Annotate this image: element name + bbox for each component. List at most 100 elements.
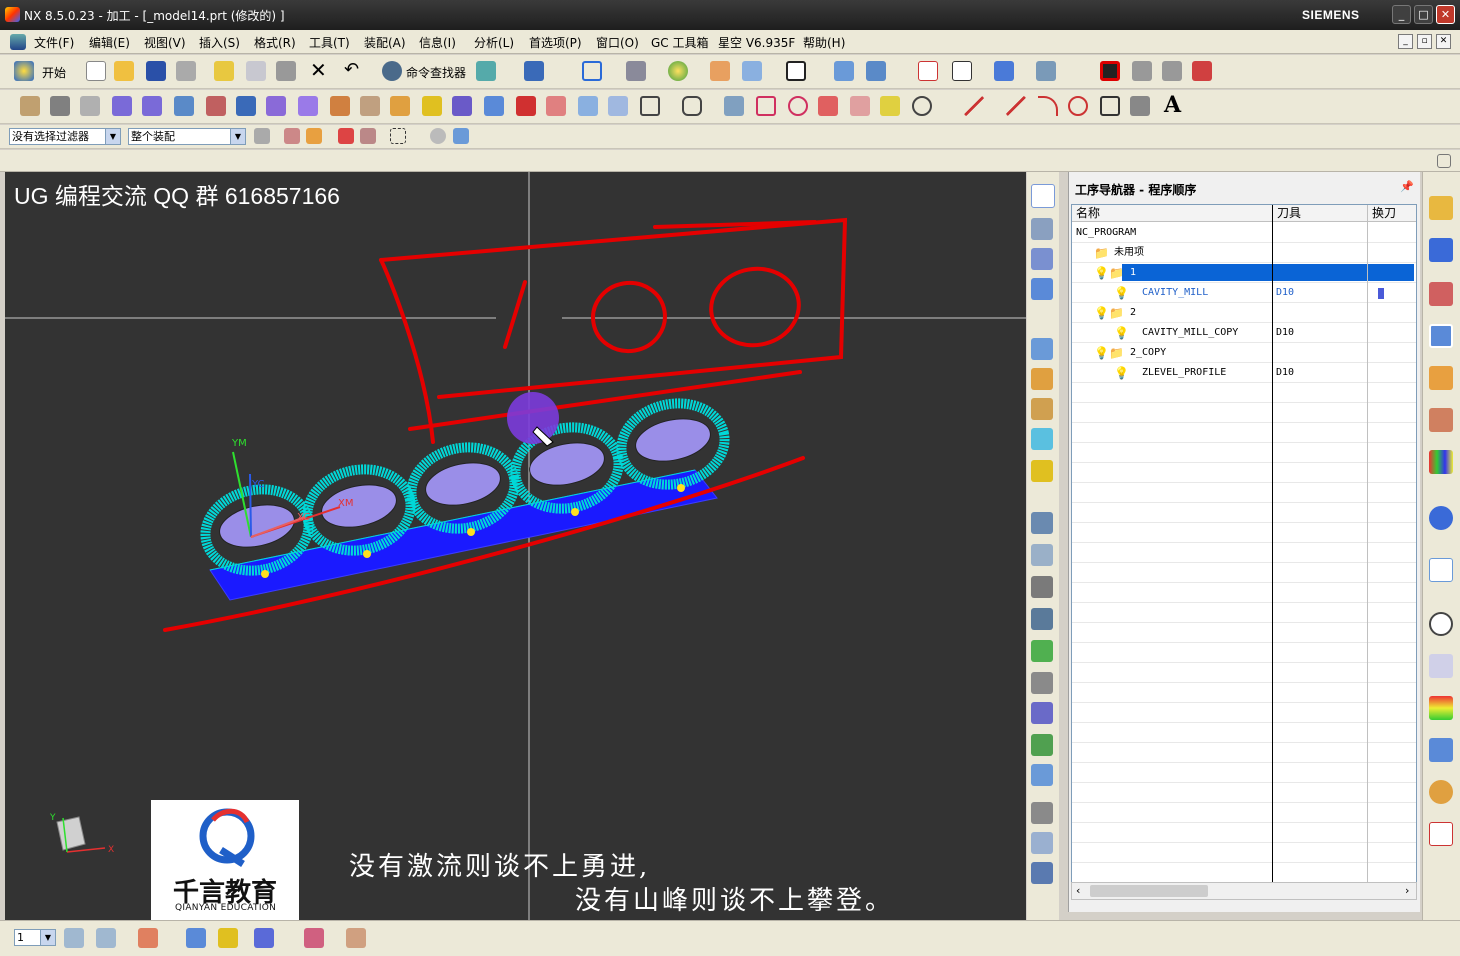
- edit-section-icon[interactable]: [218, 928, 238, 948]
- close-button[interactable]: ✕: [1436, 5, 1455, 24]
- process-studio-icon[interactable]: [1429, 558, 1453, 582]
- cube-icon[interactable]: [453, 128, 469, 144]
- layer-dropdown[interactable]: 1 ▼: [14, 929, 56, 946]
- subtract-icon[interactable]: [546, 96, 566, 116]
- menu-window[interactable]: 窗口(O): [596, 34, 639, 51]
- docs-icon[interactable]: [1031, 862, 1053, 884]
- circle-point-icon[interactable]: [788, 96, 808, 116]
- menu-view[interactable]: 视图(V): [144, 34, 186, 51]
- method-view-icon[interactable]: [1031, 278, 1053, 300]
- shop-doc-icon[interactable]: [1031, 640, 1053, 662]
- view-orient-icon[interactable]: [742, 61, 762, 81]
- polygon-icon[interactable]: [682, 96, 702, 116]
- abs-csys-icon[interactable]: [20, 96, 40, 116]
- reuse-library-icon[interactable]: [1429, 366, 1453, 390]
- copy-icon[interactable]: [246, 61, 266, 81]
- generate-toolpath-icon[interactable]: [1031, 338, 1053, 360]
- move-to-layer-icon[interactable]: [96, 928, 116, 948]
- extrude-icon[interactable]: [236, 96, 256, 116]
- hd3d-tools-icon[interactable]: [1429, 408, 1453, 432]
- menu-assembly[interactable]: 装配(A): [364, 34, 406, 51]
- start-icon[interactable]: [14, 61, 34, 81]
- navigator-row[interactable]: 💡 CAVITY_MILL_COPY D10: [1072, 323, 1416, 343]
- menu-help[interactable]: 帮助(H): [803, 34, 845, 51]
- paint-icon[interactable]: [880, 96, 900, 116]
- rectangle-select-icon[interactable]: [390, 128, 406, 144]
- select-feature-icon[interactable]: [360, 128, 376, 144]
- app-menu-icon[interactable]: [10, 34, 26, 50]
- spline-icon[interactable]: [1130, 96, 1150, 116]
- arrow-right-icon[interactable]: [142, 96, 162, 116]
- layer-settings-icon[interactable]: [422, 96, 442, 116]
- navigator-row[interactable]: 💡 CAVITY_MILL D10: [1072, 283, 1416, 303]
- print-icon[interactable]: [176, 61, 196, 81]
- delete-object-icon[interactable]: [1031, 576, 1053, 598]
- background-icon[interactable]: [668, 61, 688, 81]
- replay-toolpath-icon[interactable]: [1031, 368, 1053, 390]
- assembly-nav-icon[interactable]: [1429, 238, 1453, 262]
- operation-icon[interactable]: [476, 61, 496, 81]
- pause-icon[interactable]: [1162, 61, 1182, 81]
- section-icon[interactable]: [360, 96, 380, 116]
- menu-format[interactable]: 格式(R): [254, 34, 296, 51]
- menu-edit[interactable]: 编辑(E): [89, 34, 130, 51]
- start-button[interactable]: 开始: [42, 64, 66, 81]
- open-folder-icon[interactable]: [114, 61, 134, 81]
- maximize-button[interactable]: □: [1414, 5, 1433, 24]
- simulate-icon[interactable]: [1031, 428, 1053, 450]
- print-preview-icon[interactable]: [1429, 822, 1453, 846]
- menu-information[interactable]: 信息(I): [419, 34, 456, 51]
- command-finder-icon[interactable]: [382, 61, 402, 81]
- arrow-left-icon[interactable]: [112, 96, 132, 116]
- info-list-icon[interactable]: [1031, 764, 1053, 786]
- navigator-row[interactable]: 💡📁 2: [1072, 303, 1416, 323]
- doc-restore-button[interactable]: ▫: [1417, 34, 1432, 49]
- type-filter-dropdown[interactable]: 没有选择过滤器 ▼: [9, 128, 121, 145]
- navigator-row[interactable]: 💡 ZLEVEL_PROFILE D10: [1072, 363, 1416, 383]
- doc-minimize-button[interactable]: _: [1398, 34, 1413, 49]
- check-gouge-icon[interactable]: [1031, 734, 1053, 756]
- snap-point-icon[interactable]: [284, 128, 300, 144]
- record-icon[interactable]: [1100, 61, 1120, 81]
- geometry-view-icon[interactable]: [1031, 248, 1053, 270]
- report-icon[interactable]: [1031, 832, 1053, 854]
- part-nav-icon[interactable]: [1429, 324, 1453, 348]
- toolpath-list-icon[interactable]: [1031, 608, 1053, 630]
- hole-icon[interactable]: [452, 96, 472, 116]
- wcs-rotate-icon[interactable]: [834, 61, 854, 81]
- rectangle-icon[interactable]: [640, 96, 660, 116]
- menu-insert[interactable]: 插入(S): [199, 34, 240, 51]
- clock-icon[interactable]: [1429, 612, 1453, 636]
- solid-red-icon[interactable]: [516, 96, 536, 116]
- delete-icon[interactable]: ✕: [310, 58, 327, 82]
- create-program-icon[interactable]: [918, 61, 938, 81]
- sketch-icon[interactable]: [254, 928, 274, 948]
- select-icon[interactable]: [524, 61, 544, 81]
- stop-icon[interactable]: [1132, 61, 1152, 81]
- create-tool-icon[interactable]: [952, 61, 972, 81]
- user-icon[interactable]: [1429, 780, 1453, 804]
- pin-icon[interactable]: 📌: [1400, 180, 1414, 193]
- column-header-tool[interactable]: 刀具: [1273, 205, 1367, 222]
- surface-icon[interactable]: [390, 96, 410, 116]
- wcs-icon[interactable]: [138, 928, 158, 948]
- save-icon[interactable]: [146, 61, 166, 81]
- navigator-row[interactable]: 📁 未用项: [1072, 243, 1416, 263]
- system-materials-icon[interactable]: [1429, 654, 1453, 678]
- column-header-tool-change[interactable]: 换刀: [1368, 205, 1416, 222]
- undo-icon[interactable]: ↶: [344, 59, 359, 80]
- output-cls-icon[interactable]: [1031, 672, 1053, 694]
- cut-icon[interactable]: [214, 61, 234, 81]
- history-icon[interactable]: [1429, 506, 1453, 530]
- wcs-display-icon[interactable]: [786, 61, 806, 81]
- create-method-icon[interactable]: [1036, 61, 1056, 81]
- cut-object-icon[interactable]: [1031, 544, 1053, 566]
- menu-tools[interactable]: 工具(T): [309, 34, 350, 51]
- text-icon[interactable]: A: [1164, 92, 1181, 118]
- menu-preferences[interactable]: 首选项(P): [529, 34, 582, 51]
- column-header-name[interactable]: 名称: [1072, 205, 1272, 222]
- line-icon[interactable]: [964, 96, 984, 116]
- arc-icon[interactable]: [1038, 96, 1058, 116]
- scope-dropdown[interactable]: 整个装配 ▼: [128, 128, 246, 145]
- view-section-icon[interactable]: [186, 928, 206, 948]
